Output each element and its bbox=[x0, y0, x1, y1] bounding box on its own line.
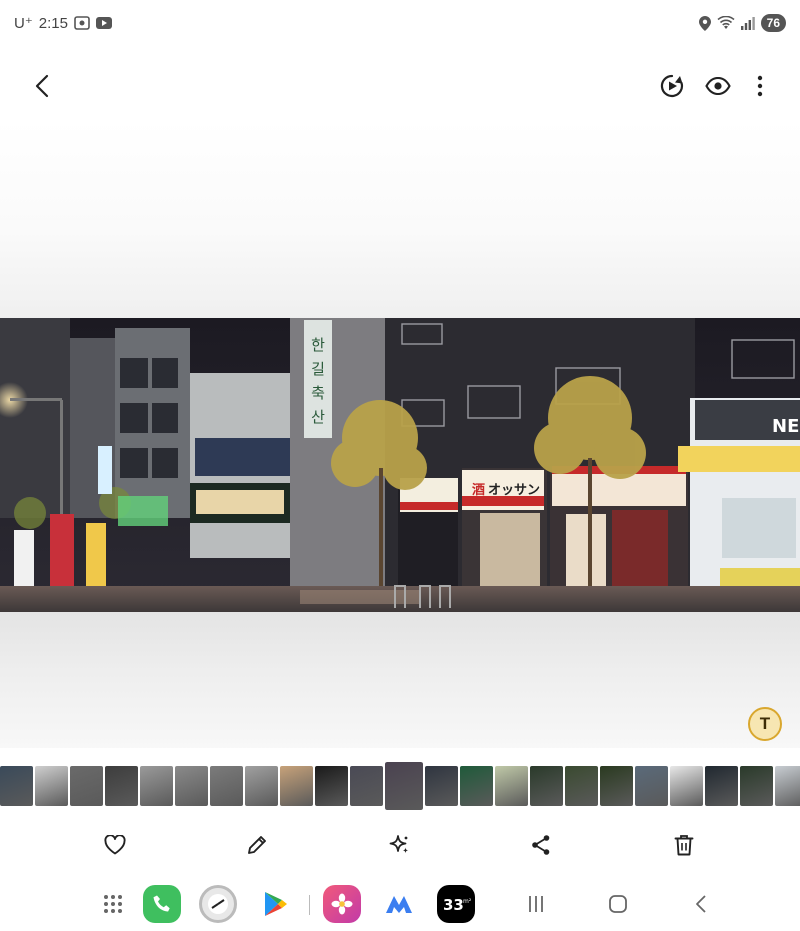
play-store-icon bbox=[265, 892, 287, 916]
app-drawer-button[interactable] bbox=[94, 885, 132, 923]
shop-banner-text: オッサン bbox=[488, 483, 540, 498]
location-icon bbox=[698, 15, 711, 31]
vertical-sign-char-2: 길 bbox=[311, 360, 325, 378]
share-icon bbox=[532, 835, 550, 855]
filmstrip-thumb[interactable] bbox=[35, 766, 68, 806]
filmstrip[interactable] bbox=[0, 762, 800, 810]
text-extract-icon: T bbox=[759, 714, 771, 733]
filmstrip-thumb[interactable] bbox=[140, 766, 173, 806]
system-back-button[interactable] bbox=[683, 887, 719, 921]
svg-text:m²: m² bbox=[463, 898, 471, 905]
heart-icon bbox=[104, 835, 126, 855]
top-app-bar bbox=[0, 62, 800, 110]
status-bar: U⁺ 2:15 76 bbox=[0, 0, 800, 46]
filmstrip-thumb[interactable] bbox=[670, 766, 703, 806]
clock-icon bbox=[208, 894, 228, 914]
filmstrip-thumb[interactable] bbox=[495, 766, 528, 806]
back-button[interactable] bbox=[22, 66, 62, 106]
battery-indicator: 76 bbox=[760, 14, 786, 32]
filmstrip-thumb[interactable] bbox=[105, 766, 138, 806]
panorama-photo[interactable]: 한 길 축 산 酒 オッサン NE bbox=[0, 318, 800, 612]
filmstrip-thumb[interactable] bbox=[740, 766, 773, 806]
filmstrip-thumb[interactable] bbox=[0, 766, 33, 806]
text-extract-button[interactable]: T bbox=[748, 707, 782, 741]
status-left: U⁺ 2:15 bbox=[14, 14, 112, 32]
edit-button[interactable] bbox=[237, 825, 277, 865]
filmstrip-thumb[interactable] bbox=[635, 766, 668, 806]
screenshot-icon bbox=[74, 16, 90, 30]
filmstrip-thumb[interactable] bbox=[530, 766, 563, 806]
more-options-button[interactable] bbox=[740, 66, 780, 106]
m-app[interactable] bbox=[380, 885, 418, 923]
clock-time: 2:15 bbox=[38, 14, 68, 32]
gallery-app[interactable] bbox=[323, 885, 361, 923]
filmstrip-thumb[interactable] bbox=[600, 766, 633, 806]
filmstrip-thumb-active[interactable] bbox=[383, 762, 425, 810]
filmstrip-thumb[interactable] bbox=[565, 766, 598, 806]
dock-divider bbox=[309, 895, 310, 915]
status-right: 76 bbox=[698, 14, 786, 32]
m-logo-icon bbox=[386, 896, 412, 913]
wifi-icon bbox=[717, 16, 735, 30]
filmstrip-thumb[interactable] bbox=[460, 766, 493, 806]
33-app[interactable]: 33 m² bbox=[437, 885, 475, 923]
street-scene-image: 한 길 축 산 酒 オッサン NE bbox=[0, 318, 800, 612]
vertical-sign-char-1: 한 bbox=[311, 336, 325, 354]
back-arrow-icon bbox=[35, 74, 49, 98]
phone-app[interactable] bbox=[143, 885, 181, 923]
clock-app[interactable] bbox=[199, 885, 237, 923]
vertical-sign-char-4: 산 bbox=[311, 408, 325, 426]
bottom-action-bar bbox=[0, 822, 800, 868]
trash-icon bbox=[674, 835, 694, 856]
play-store-app[interactable] bbox=[256, 885, 294, 923]
youtube-icon bbox=[95, 17, 112, 29]
motion-photo-play-icon bbox=[660, 74, 684, 98]
motion-photo-button[interactable] bbox=[652, 66, 692, 106]
filmstrip-thumb[interactable] bbox=[280, 766, 313, 806]
home-icon bbox=[609, 895, 627, 913]
flower-icon bbox=[331, 893, 353, 915]
svg-text:33: 33 bbox=[443, 896, 464, 914]
recents-button[interactable] bbox=[518, 887, 554, 921]
delete-button[interactable] bbox=[664, 825, 704, 865]
filmstrip-thumb[interactable] bbox=[175, 766, 208, 806]
filmstrip-thumb[interactable] bbox=[705, 766, 738, 806]
apps-grid-icon bbox=[104, 895, 122, 913]
right-shop-sign: NE bbox=[772, 416, 799, 437]
filmstrip-thumb[interactable] bbox=[245, 766, 278, 806]
favorite-button[interactable] bbox=[95, 825, 135, 865]
eye-icon bbox=[705, 77, 731, 95]
phone-icon bbox=[153, 895, 170, 912]
filmstrip-thumb[interactable] bbox=[70, 766, 103, 806]
filmstrip-thumb[interactable] bbox=[315, 766, 348, 806]
filmstrip-thumb[interactable] bbox=[775, 766, 800, 806]
filmstrip-thumb[interactable] bbox=[210, 766, 243, 806]
share-button[interactable] bbox=[521, 825, 561, 865]
signal-icon bbox=[740, 16, 755, 30]
nav-back-icon bbox=[696, 895, 706, 913]
pencil-icon bbox=[248, 836, 266, 854]
filmstrip-thumb[interactable] bbox=[425, 766, 458, 806]
sparkle-icon bbox=[389, 835, 409, 854]
taskbar: 33 m² bbox=[0, 877, 800, 931]
more-vert-icon bbox=[757, 75, 763, 97]
vertical-sign-char-3: 축 bbox=[311, 384, 325, 402]
view-button[interactable] bbox=[698, 66, 738, 106]
ai-edit-button[interactable] bbox=[379, 825, 419, 865]
recents-icon bbox=[529, 896, 543, 912]
home-button[interactable] bbox=[600, 887, 636, 921]
33-logo-icon: 33 m² bbox=[443, 896, 471, 914]
filmstrip-thumb[interactable] bbox=[350, 766, 383, 806]
carrier-label: U⁺ bbox=[14, 15, 33, 32]
shop-banner-prefix: 酒 bbox=[472, 483, 485, 498]
